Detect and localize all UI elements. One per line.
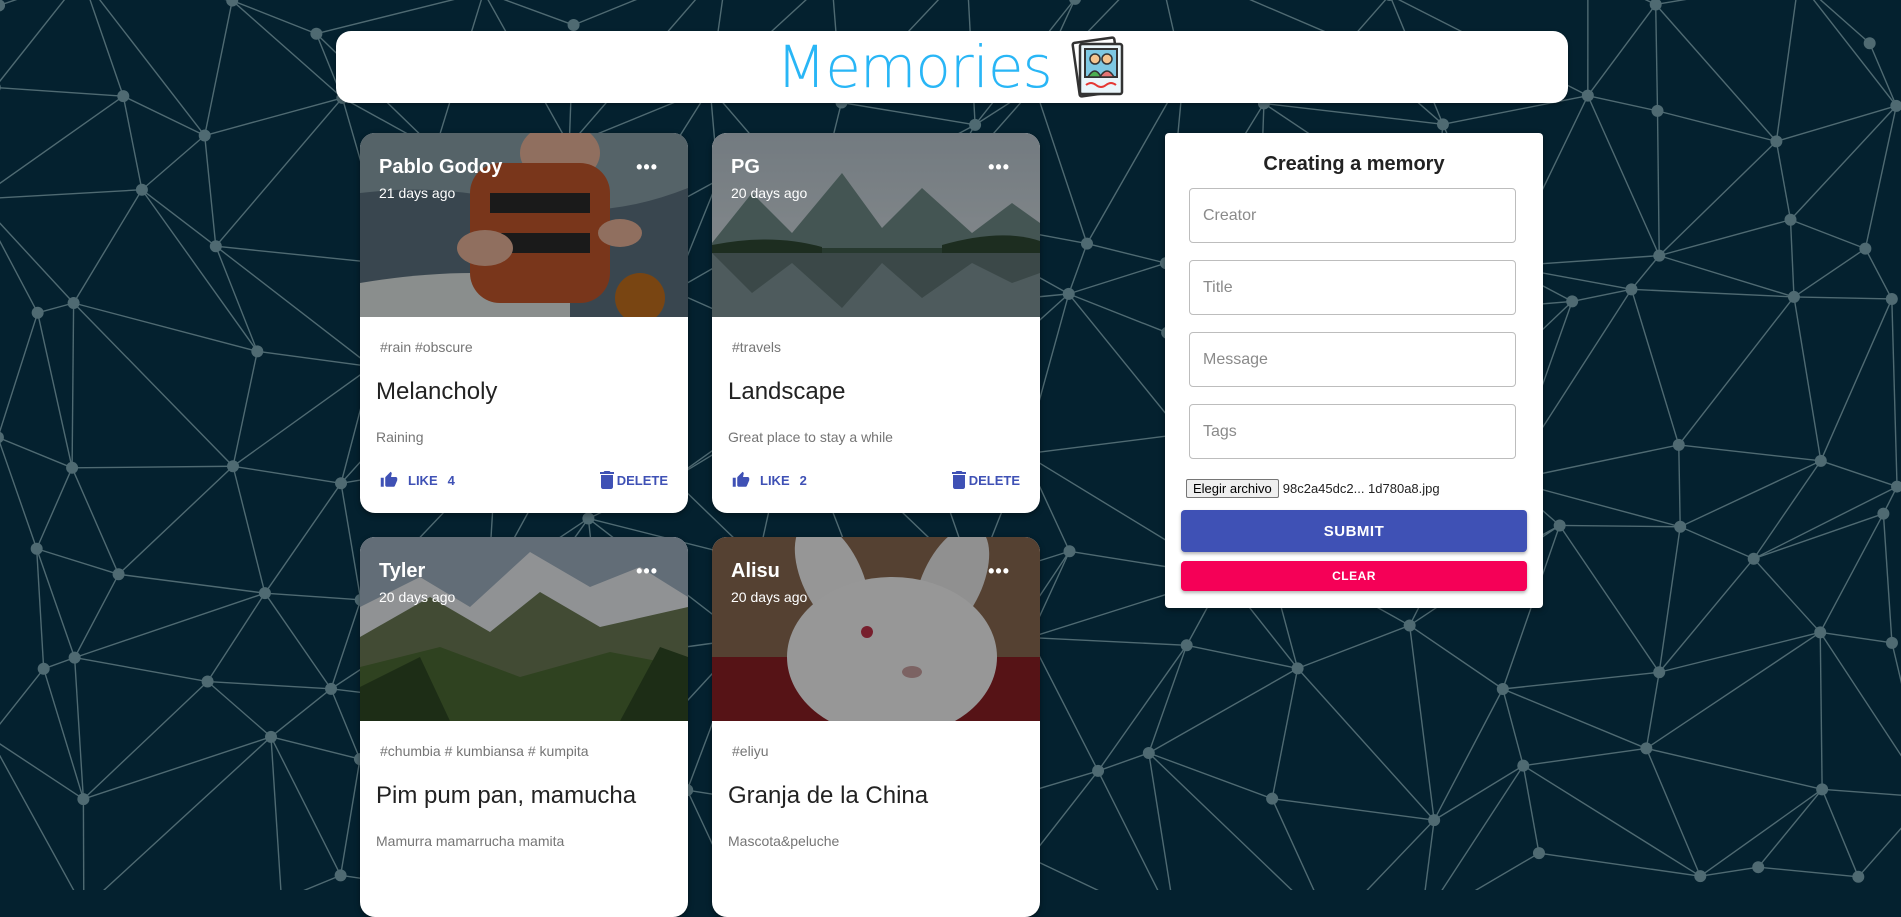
post-message: Mamurra mamarrucha mamita bbox=[376, 833, 564, 849]
post-tags: #rain #obscure bbox=[380, 339, 473, 355]
thumb-up-icon bbox=[732, 471, 750, 489]
post-image: PG 20 days ago ••• bbox=[712, 133, 1040, 317]
post-image: Pablo Godoy 21 days ago ••• bbox=[360, 133, 688, 317]
post-author: Tyler bbox=[379, 560, 425, 583]
like-button[interactable]: LIKE 4 bbox=[380, 471, 455, 489]
delete-label: DELETE bbox=[969, 473, 1020, 488]
post-card: Tyler 20 days ago ••• #chumbia # kumbian… bbox=[360, 537, 688, 917]
post-tags: #eliyu bbox=[732, 743, 769, 759]
post-card: Alisu 20 days ago ••• #eliyu Granja de l… bbox=[712, 537, 1040, 917]
post-time: 21 days ago bbox=[379, 185, 455, 201]
file-name: 98c2a45dc2... 1d780a8.jpg bbox=[1283, 481, 1440, 496]
thumb-up-icon bbox=[380, 471, 398, 489]
post-author: Pablo Godoy bbox=[379, 156, 502, 179]
more-options-icon[interactable]: ••• bbox=[636, 157, 658, 178]
more-options-icon[interactable]: ••• bbox=[988, 157, 1010, 178]
post-message: Raining bbox=[376, 429, 423, 445]
post-card: PG 20 days ago ••• #travels Landscape Gr… bbox=[712, 133, 1040, 513]
post-time: 20 days ago bbox=[379, 589, 455, 605]
file-picker: Elegir archivo 98c2a45dc2... 1d780a8.jpg bbox=[1186, 479, 1440, 498]
choose-file-button[interactable]: Elegir archivo bbox=[1186, 479, 1279, 498]
clear-button[interactable]: CLEAR bbox=[1181, 561, 1527, 591]
more-options-icon[interactable]: ••• bbox=[988, 561, 1010, 582]
trash-icon bbox=[600, 471, 614, 489]
like-label: LIKE bbox=[760, 473, 790, 488]
title-input[interactable] bbox=[1189, 260, 1516, 315]
post-tags: #travels bbox=[732, 339, 781, 355]
post-image: Alisu 20 days ago ••• bbox=[712, 537, 1040, 721]
post-time: 20 days ago bbox=[731, 185, 807, 201]
message-input[interactable] bbox=[1189, 332, 1516, 387]
delete-button[interactable]: DELETE bbox=[600, 471, 668, 489]
post-message: Mascota&peluche bbox=[728, 833, 839, 849]
tags-input[interactable] bbox=[1189, 404, 1516, 459]
post-title: Pim pum pan, mamucha bbox=[376, 782, 636, 810]
submit-button[interactable]: SUBMIT bbox=[1181, 510, 1527, 552]
post-title: Granja de la China bbox=[728, 782, 928, 810]
app-header: Memories bbox=[336, 31, 1568, 103]
delete-label: DELETE bbox=[617, 473, 668, 488]
like-count: 4 bbox=[448, 473, 455, 488]
post-image: Tyler 20 days ago ••• bbox=[360, 537, 688, 721]
create-memory-form: Creating a memory Elegir archivo 98c2a45… bbox=[1165, 133, 1543, 608]
post-message: Great place to stay a while bbox=[728, 429, 893, 445]
trash-icon bbox=[952, 471, 966, 489]
post-author: PG bbox=[731, 156, 760, 179]
app-title: Memories bbox=[776, 33, 1052, 101]
post-time: 20 days ago bbox=[731, 589, 807, 605]
delete-button[interactable]: DELETE bbox=[952, 471, 1020, 489]
photo-album-icon bbox=[1070, 36, 1128, 98]
post-tags: #chumbia # kumbiansa # kumpita bbox=[380, 743, 589, 759]
like-button[interactable]: LIKE 2 bbox=[732, 471, 807, 489]
creator-input[interactable] bbox=[1189, 188, 1516, 243]
post-title: Melancholy bbox=[376, 378, 497, 406]
like-count: 2 bbox=[800, 473, 807, 488]
more-options-icon[interactable]: ••• bbox=[636, 561, 658, 582]
post-author: Alisu bbox=[731, 560, 780, 583]
post-title: Landscape bbox=[728, 378, 845, 406]
post-card: Pablo Godoy 21 days ago ••• #rain #obscu… bbox=[360, 133, 688, 513]
like-label: LIKE bbox=[408, 473, 438, 488]
form-title: Creating a memory bbox=[1165, 153, 1543, 176]
